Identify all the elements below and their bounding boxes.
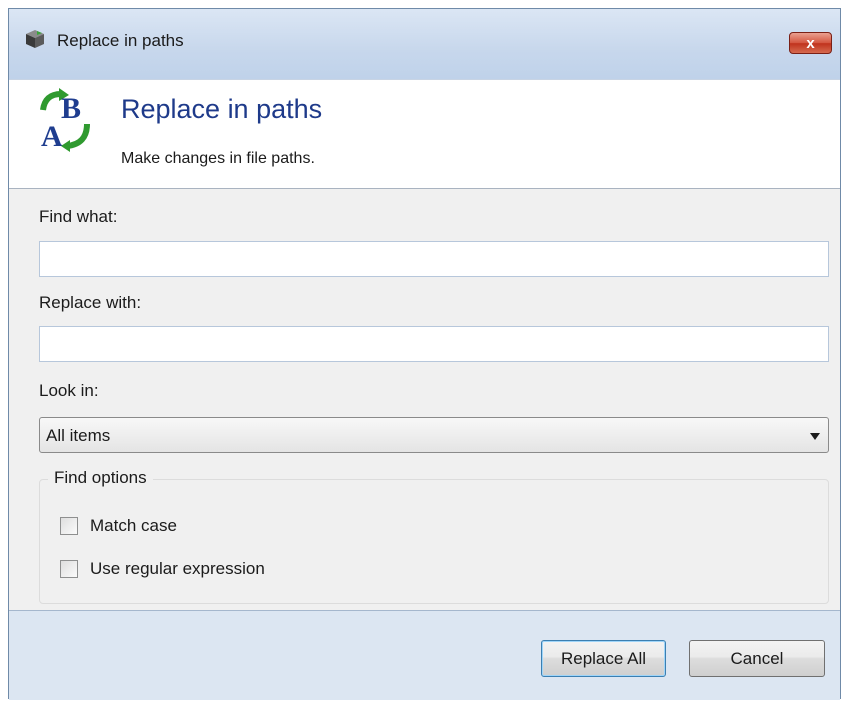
replace-all-button[interactable]: Replace All [541, 640, 666, 677]
window-title: Replace in paths [57, 31, 184, 50]
title-bar[interactable]: Replace in paths x [9, 9, 840, 79]
svg-text:B: B [61, 92, 81, 125]
svg-text:A: A [41, 120, 63, 152]
header-subtitle: Make changes in file paths. [121, 150, 315, 167]
look-in-value: All items [46, 426, 111, 445]
cancel-button[interactable]: Cancel [689, 640, 825, 677]
look-in-dropdown[interactable]: All items [39, 417, 829, 453]
close-icon: x [806, 35, 815, 52]
use-regex-label[interactable]: Use regular expression [90, 559, 265, 579]
find-what-label: Find what: [39, 207, 118, 226]
use-regex-option[interactable]: Use regular expression [60, 559, 265, 579]
close-button[interactable]: x [789, 32, 832, 54]
replace-with-label: Replace with: [39, 293, 142, 312]
ab-replace-icon: B A [40, 88, 90, 152]
match-case-label[interactable]: Match case [90, 516, 177, 536]
chevron-down-icon[interactable] [810, 433, 820, 440]
replace-in-paths-dialog: Replace in paths x B A Replace in paths … [8, 8, 841, 700]
look-in-label: Look in: [39, 381, 99, 400]
use-regex-checkbox[interactable] [60, 560, 78, 578]
replace-with-input[interactable] [39, 326, 829, 362]
dialog-body: Find what: Replace with: Look in: All it… [9, 189, 840, 610]
cube-icon [26, 30, 44, 48]
match-case-option[interactable]: Match case [60, 516, 177, 536]
find-what-input[interactable] [39, 241, 829, 277]
match-case-checkbox[interactable] [60, 517, 78, 535]
dialog-footer: Replace All Cancel [9, 610, 840, 700]
dialog-header: B A Replace in paths Make changes in fil… [9, 79, 840, 189]
header-title: Replace in paths [121, 94, 323, 124]
find-options-group: Find options Match case Use regular expr… [39, 468, 829, 604]
find-options-legend: Find options [48, 468, 153, 488]
